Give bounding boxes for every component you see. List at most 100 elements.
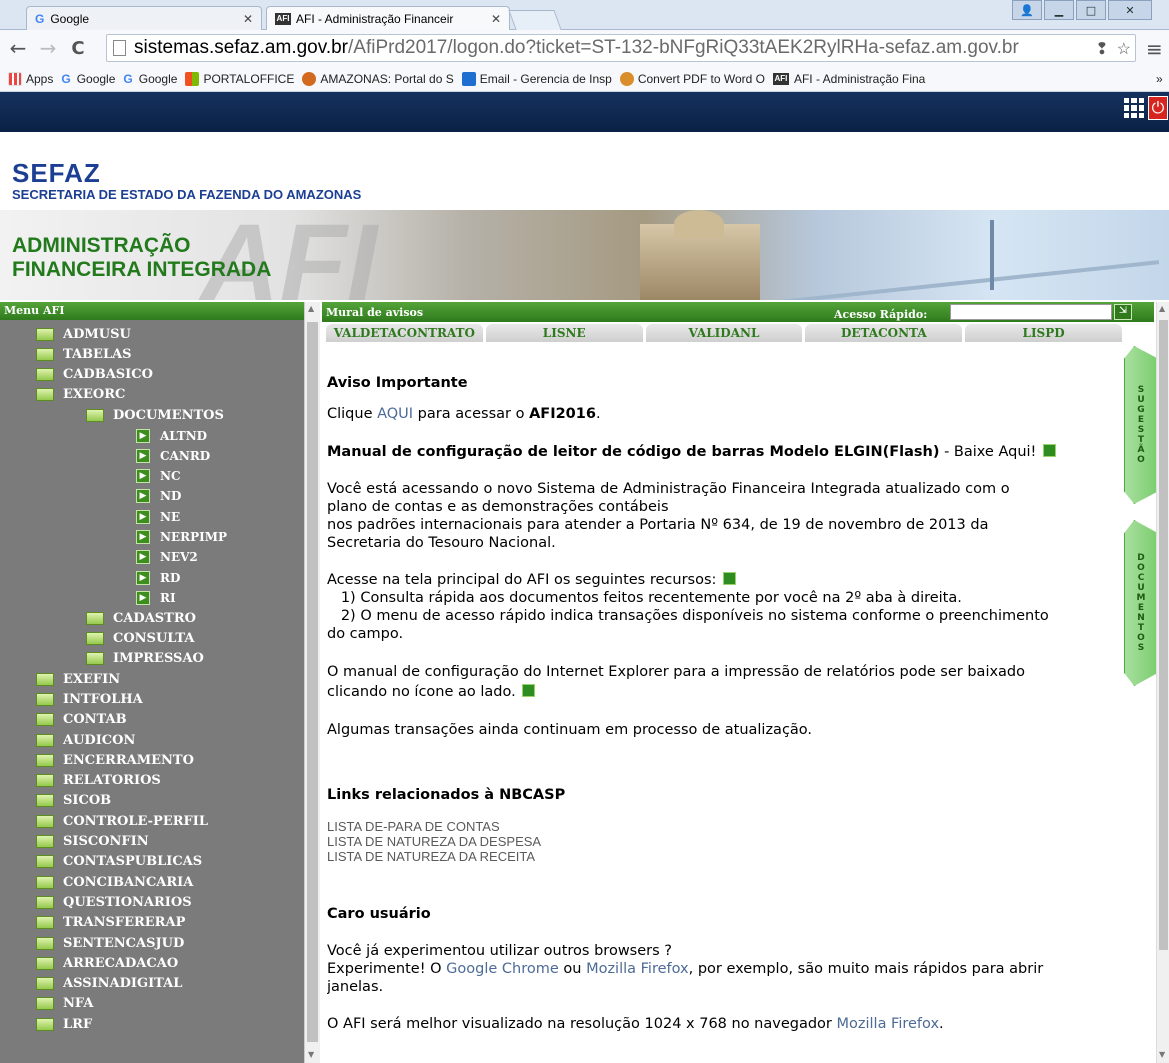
menu-item-concibancaria[interactable]: CONCIBANCARIA [36,872,193,892]
menu-item-intfolha[interactable]: INTFOLHA [36,689,143,709]
menu-item-cadbasico[interactable]: CADBASICO [36,365,153,385]
documentos-side-tab[interactable]: DOCUMENTOS [1124,520,1158,686]
close-window-button[interactable]: ✕ [1108,0,1152,20]
power-icon[interactable]: ⏻ [1148,96,1168,120]
scroll-up-icon[interactable]: ▲ [308,304,314,313]
download-icon[interactable] [723,572,737,585]
acesso-rapido-input[interactable] [950,304,1112,320]
menu-item-contab[interactable]: CONTAB [36,710,127,730]
firefox-link[interactable]: Mozilla Firefox [836,1016,939,1032]
menu-item-questionarios[interactable]: QUESTIONARIOS [36,892,192,912]
back-arrow-icon[interactable]: ← [6,36,30,60]
close-icon[interactable]: ✕ [491,12,501,26]
forward-arrow-icon[interactable]: → [36,36,60,60]
tab-validanl[interactable]: VALIDANL [645,324,803,342]
folder-icon [36,875,54,889]
menu-item-sicob[interactable]: SICOB [36,791,111,811]
paragraph-line: Você já experimentou utilizar outros bro… [327,943,672,959]
scroll-thumb[interactable] [1159,320,1168,950]
menu-item-tabelas[interactable]: TABELAS [36,344,132,364]
link-natureza-despesa[interactable]: LISTA DE NATUREZA DA DESPESA [327,834,541,849]
menu-item-rd[interactable]: ▶ RD [136,568,180,588]
menu-item-label: EXEORC [63,387,126,403]
maximize-button[interactable]: □ [1076,0,1106,20]
link-natureza-receita[interactable]: LISTA DE NATUREZA DA RECEITA [327,849,535,864]
scroll-down-icon[interactable]: ▼ [1159,1050,1165,1059]
tab-afi[interactable]: AFI AFI - Administração Financeir ✕ [266,6,510,30]
menu-item-exefin[interactable]: EXEFIN [36,669,120,689]
bookmarks-more[interactable]: » [1156,72,1163,86]
scroll-thumb[interactable] [307,322,318,1042]
menu-item-impressao[interactable]: IMPRESSAO [86,649,204,669]
menu-item-assinadigital[interactable]: ASSINADIGITAL [36,974,182,994]
extension-icon[interactable]: ❢ [1095,39,1108,59]
minimize-button[interactable]: ▁ [1044,0,1074,20]
menu-item-nc[interactable]: ▶ NC [136,466,181,486]
bookmark-convert-pdf[interactable]: Convert PDF to Word O [619,71,765,86]
new-tab-button[interactable] [508,10,562,30]
menu-item-audicon[interactable]: AUDICON [36,730,135,750]
chrome-menu-icon[interactable]: ≡ [1146,37,1163,61]
menu-item-altnd[interactable]: ▶ ALTND [136,426,207,446]
mural-header: Mural de avisos Acesso Rápido: ⇲ [322,302,1154,322]
menu-item-nev2[interactable]: ▶ NEV2 [136,547,198,567]
menu-item-consulta[interactable]: CONSULTA [86,629,194,649]
menu-item-lrf[interactable]: LRF [36,1014,92,1034]
aqui-link[interactable]: AQUI [377,406,413,422]
grid-menu-icon[interactable] [1124,98,1144,118]
menu-item-documentos[interactable]: DOCUMENTOS [86,405,224,425]
menu-item-contaspublicas[interactable]: CONTASPUBLICAS [36,852,202,872]
download-icon[interactable] [522,684,536,697]
menu-item-ri[interactable]: ▶ RI [136,588,176,608]
address-bar[interactable]: sistemas.sefaz.am.gov.br/AfiPrd2017/logo… [106,34,1136,62]
menu-item-nerpimp[interactable]: ▶ NERPIMP [136,527,227,547]
menu-item-relatorios[interactable]: RELATORIOS [36,771,161,791]
reload-icon[interactable]: C [66,38,90,59]
menu-item-cadastro[interactable]: CADASTRO [86,608,196,628]
bookmark-amazonas[interactable]: AMAZONAS: Portal do S [302,71,454,86]
folder-icon [36,713,54,727]
folder-icon [36,895,54,909]
scroll-up-icon[interactable]: ▲ [1159,304,1165,313]
bookmark-apps[interactable]: Apps [8,71,53,86]
bookmark-email[interactable]: Email - Gerencia de Insp [461,71,612,86]
scroll-down-icon[interactable]: ▼ [308,1050,314,1059]
bookmark-afi[interactable]: AFI AFI - Administração Fina [772,72,925,86]
menu-item-sisconfin[interactable]: SISCONFIN [36,832,149,852]
content-scrollbar[interactable]: ▲ ▼ [1156,302,1169,1063]
paragraph-line: do campo. [327,626,404,642]
window-controls: 👤 ▁ □ ✕ [1012,0,1152,20]
tab-valdetacontrato[interactable]: VALDETACONTRATO [326,324,483,342]
tab-detaconta[interactable]: DETACONTA [805,324,963,342]
download-icon[interactable] [1042,444,1056,457]
menu-item-label: ND [160,489,182,504]
menu-item-admusu[interactable]: ADMUSU [36,324,131,344]
menu-item-nd[interactable]: ▶ ND [136,486,181,506]
menu-scrollbar[interactable]: ▲ ▼ [304,302,320,1063]
chrome-link[interactable]: Google Chrome [446,961,559,977]
tab-lisne[interactable]: LISNE [485,324,643,342]
menu-item-arrecadacao[interactable]: ARRECADACAO [36,953,178,973]
go-icon[interactable]: ⇲ [1114,304,1132,320]
menu-item-ne[interactable]: ▶ NE [136,507,180,527]
menu-item-exeorc[interactable]: EXEORC [36,385,125,405]
folder-icon [36,977,54,991]
firefox-link[interactable]: Mozilla Firefox [586,961,689,977]
close-icon[interactable]: ✕ [243,12,253,26]
menu-item-sentencasjud[interactable]: SENTENCASJUD [36,933,184,953]
tab-lispd[interactable]: LISPD [965,324,1122,342]
menu-item-canrd[interactable]: ▶ CANRD [136,446,210,466]
document-icon: ▶ [136,469,150,484]
star-icon[interactable]: ☆ [1117,39,1131,59]
bookmark-portaloffice[interactable]: PORTALOFFICE [185,71,294,86]
sugestao-side-tab[interactable]: SUGESTÃO [1124,346,1158,504]
tab-google[interactable]: G Google ✕ [26,6,262,30]
menu-item-encerramento[interactable]: ENCERRAMENTO [36,750,194,770]
user-icon[interactable]: 👤 [1012,0,1042,20]
menu-item-transfererap[interactable]: TRANSFERERAP [36,913,185,933]
bookmark-google[interactable]: G Google [123,72,177,86]
menu-item-controle-perfil[interactable]: CONTROLE-PERFIL [36,811,208,831]
bookmark-google[interactable]: G Google [61,72,115,86]
link-de-para[interactable]: LISTA DE-PARA DE CONTAS [327,819,500,834]
menu-item-nfa[interactable]: NFA [36,994,93,1014]
